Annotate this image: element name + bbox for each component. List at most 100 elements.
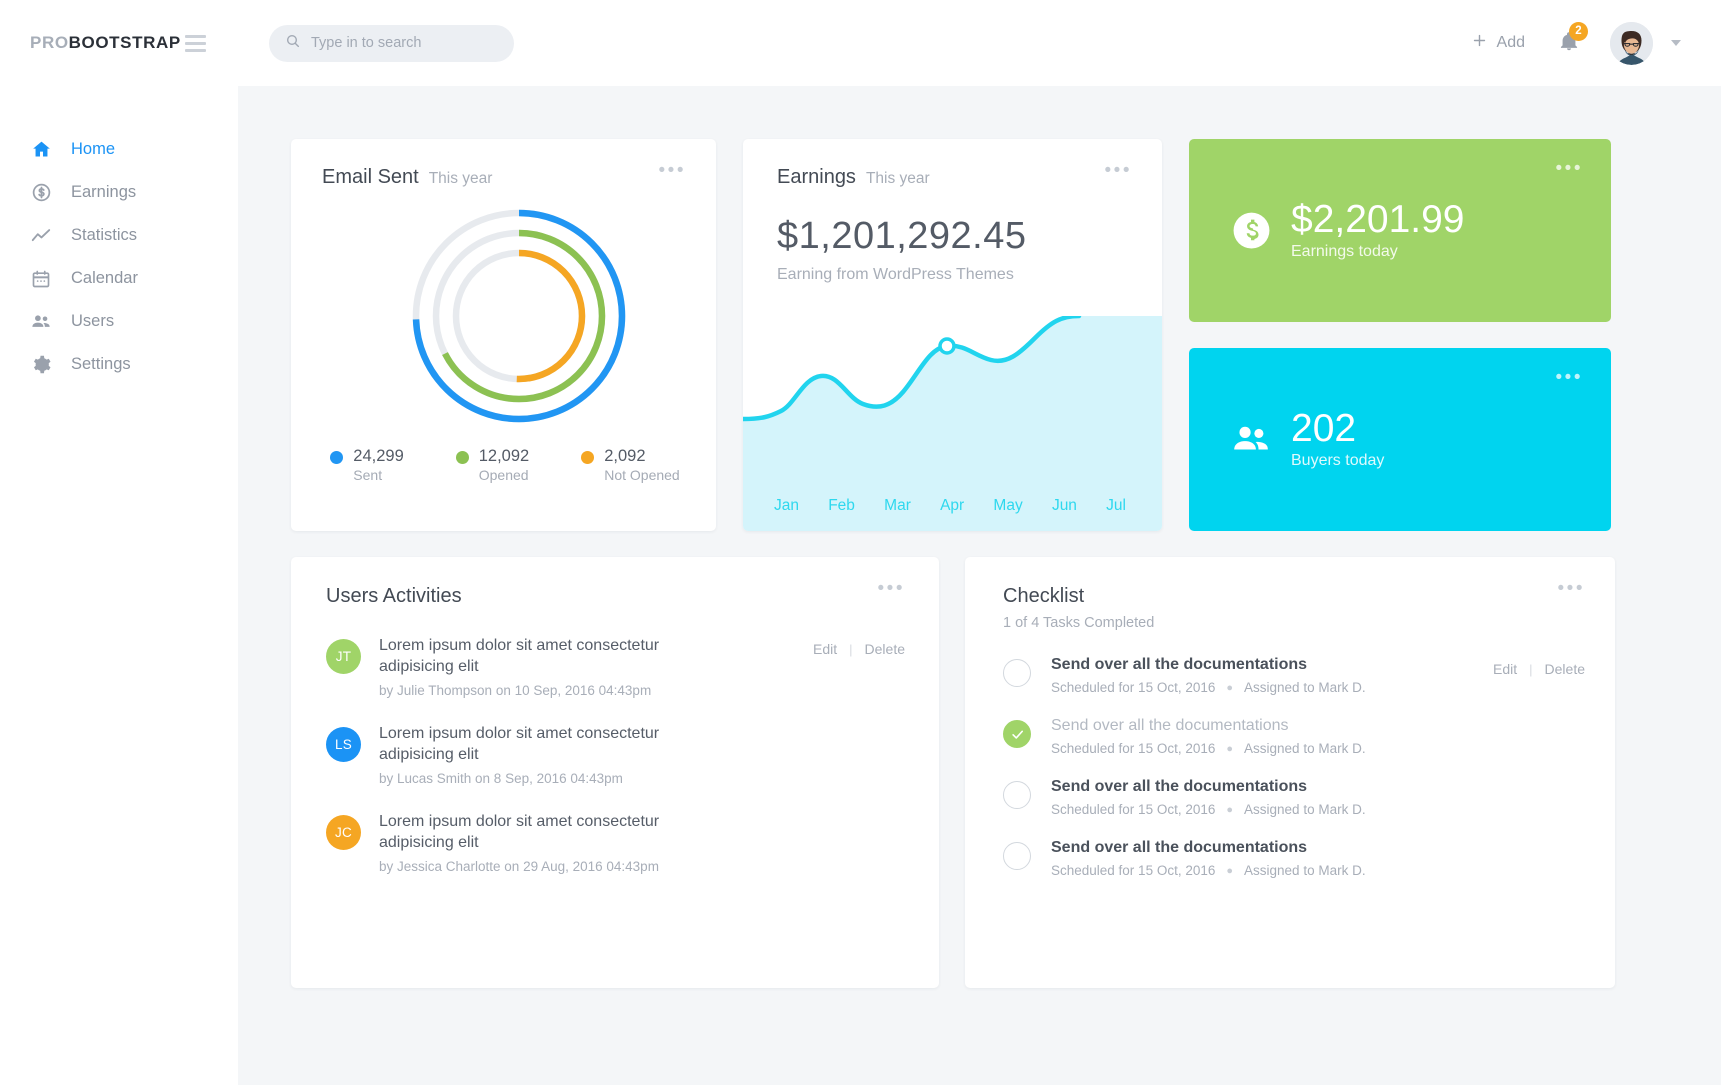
task-title: Send over all the documentations [1051, 778, 1585, 796]
users-activities-card: ••• Users Activities JT Lorem ipsum dolo… [291, 557, 939, 988]
stat-label: Buyers today [1291, 452, 1384, 470]
task-assigned: Assigned to Mark D. [1244, 802, 1366, 817]
legend-dot-not-opened [581, 451, 594, 464]
avatar-initials: JC [326, 815, 361, 850]
card-menu-icon[interactable]: ••• [1558, 585, 1585, 593]
sidebar-item-label: Statistics [71, 226, 137, 245]
sidebar-item-settings[interactable]: Settings [0, 343, 238, 386]
sidebar-item-home[interactable]: Home [0, 128, 238, 171]
sidebar-item-statistics[interactable]: Statistics [0, 214, 238, 257]
avatar-initials: JT [326, 639, 361, 674]
chevron-down-icon[interactable] [1671, 40, 1681, 46]
task-scheduled: Scheduled for 15 Oct, 2016 [1051, 863, 1215, 878]
row-actions: Edit | Delete [813, 635, 905, 657]
legend-dot-opened [456, 451, 469, 464]
search-box[interactable] [269, 25, 514, 62]
task-meta: Scheduled for 15 Oct, 2016 ● Assigned to… [1051, 863, 1585, 878]
month-tick[interactable]: Jul [1106, 497, 1126, 515]
checklist-card: ••• Checklist 1 of 4 Tasks Completed Sen… [965, 557, 1615, 988]
card-menu-icon[interactable]: ••• [1556, 165, 1583, 173]
email-sent-card: ••• Email Sent This year [291, 139, 716, 531]
cards-row-bottom: ••• Users Activities JT Lorem ipsum dolo… [291, 557, 1676, 988]
sidebar-item-label: Settings [71, 355, 131, 374]
checkbox[interactable] [1003, 842, 1031, 870]
sidebar-item-label: Users [71, 312, 114, 331]
task-assigned: Assigned to Mark D. [1244, 741, 1366, 756]
gear-icon [30, 354, 52, 376]
list-item: Send over all the documentations Schedul… [1003, 717, 1585, 756]
task-assigned: Assigned to Mark D. [1244, 863, 1366, 878]
avatar-initials: LS [326, 727, 361, 762]
search-input[interactable] [311, 35, 498, 51]
legend-label: Sent [353, 466, 403, 485]
month-tick[interactable]: Jan [774, 497, 799, 515]
brand-row: PROBOOTSTRAP [0, 0, 238, 86]
sidebar-item-label: Earnings [71, 183, 136, 202]
checkbox[interactable] [1003, 781, 1031, 809]
checkbox-checked[interactable] [1003, 720, 1031, 748]
bullet-icon: ● [1226, 865, 1233, 877]
earnings-amount: $1,201,292.45 [777, 215, 1162, 258]
task-scheduled: Scheduled for 15 Oct, 2016 [1051, 741, 1215, 756]
check-icon [1010, 727, 1025, 742]
notification-badge: 2 [1569, 22, 1588, 41]
bell-icon [1558, 39, 1580, 56]
add-button-label: Add [1497, 34, 1525, 52]
delete-link[interactable]: Delete [1545, 661, 1585, 677]
sidebar-nav: Home Earnings Statistics Calendar [0, 128, 238, 386]
card-menu-icon[interactable]: ••• [1556, 374, 1583, 382]
earnings-today-card: ••• $2,201.99 Earnings today [1189, 139, 1611, 322]
legend-value: 2,092 [604, 446, 680, 466]
legend-label: Not Opened [604, 466, 680, 485]
delete-link[interactable]: Delete [865, 641, 905, 657]
bullet-icon: ● [1226, 682, 1233, 694]
sidebar-item-earnings[interactable]: Earnings [0, 171, 238, 214]
card-menu-icon[interactable]: ••• [878, 585, 905, 593]
task-meta: Scheduled for 15 Oct, 2016 ● Assigned to… [1051, 741, 1585, 756]
activity-text: Lorem ipsum dolor sit amet consectetur a… [379, 723, 679, 765]
month-tick[interactable]: Apr [940, 497, 964, 515]
sidebar-item-users[interactable]: Users [0, 300, 238, 343]
notifications-button[interactable]: 2 [1558, 30, 1580, 57]
brand-prefix: PRO [30, 33, 69, 52]
task-title: Send over all the documentations [1051, 717, 1585, 735]
month-tick[interactable]: Feb [828, 497, 855, 515]
line-chart-icon [30, 225, 52, 247]
menu-toggle-icon[interactable] [181, 31, 210, 56]
task-meta: Scheduled for 15 Oct, 2016 ● Assigned to… [1051, 680, 1473, 695]
card-menu-icon[interactable]: ••• [1105, 167, 1132, 175]
avatar[interactable] [1610, 22, 1653, 65]
add-button[interactable]: Add [1471, 32, 1525, 54]
activity-meta: by Jessica Charlotte on 29 Aug, 2016 04:… [379, 859, 679, 874]
legend-value: 24,299 [353, 446, 403, 466]
search-icon [285, 33, 301, 54]
month-tick[interactable]: Jun [1052, 497, 1077, 515]
card-menu-icon[interactable]: ••• [659, 167, 686, 175]
month-tick[interactable]: Mar [884, 497, 911, 515]
month-tick[interactable]: May [993, 497, 1022, 515]
plus-icon [1471, 32, 1488, 54]
task-assigned: Assigned to Mark D. [1244, 680, 1366, 695]
buyers-today-card: ••• 202 Buyers today [1189, 348, 1611, 531]
divider: | [849, 642, 852, 657]
edit-link[interactable]: Edit [1493, 661, 1517, 677]
checkbox[interactable] [1003, 659, 1031, 687]
topbar-right: Add 2 [1471, 22, 1681, 65]
cards-row-top: ••• Email Sent This year [291, 139, 1676, 531]
dollar-circle-icon [1230, 210, 1272, 252]
brand-suffix: BOOTSTRAP [69, 33, 181, 52]
list-item: Send over all the documentations Schedul… [1003, 778, 1585, 817]
sidebar: PROBOOTSTRAP Home Earnings St [0, 0, 238, 1085]
task-title: Send over all the documentations [1051, 839, 1585, 857]
earnings-card-subtitle: This year [866, 170, 930, 188]
earnings-caption: Earning from WordPress Themes [777, 266, 1162, 284]
brand-logo: PROBOOTSTRAP [30, 33, 181, 53]
bullet-icon: ● [1226, 804, 1233, 816]
list-item: JT Lorem ipsum dolor sit amet consectetu… [326, 635, 905, 698]
sidebar-item-calendar[interactable]: Calendar [0, 257, 238, 300]
page-title: Email Sent This year [322, 166, 716, 189]
stat-value: 202 [1291, 409, 1384, 450]
earnings-month-axis: Jan Feb Mar Apr May Jun Jul [743, 497, 1162, 515]
stat-label: Earnings today [1291, 243, 1465, 261]
edit-link[interactable]: Edit [813, 641, 837, 657]
